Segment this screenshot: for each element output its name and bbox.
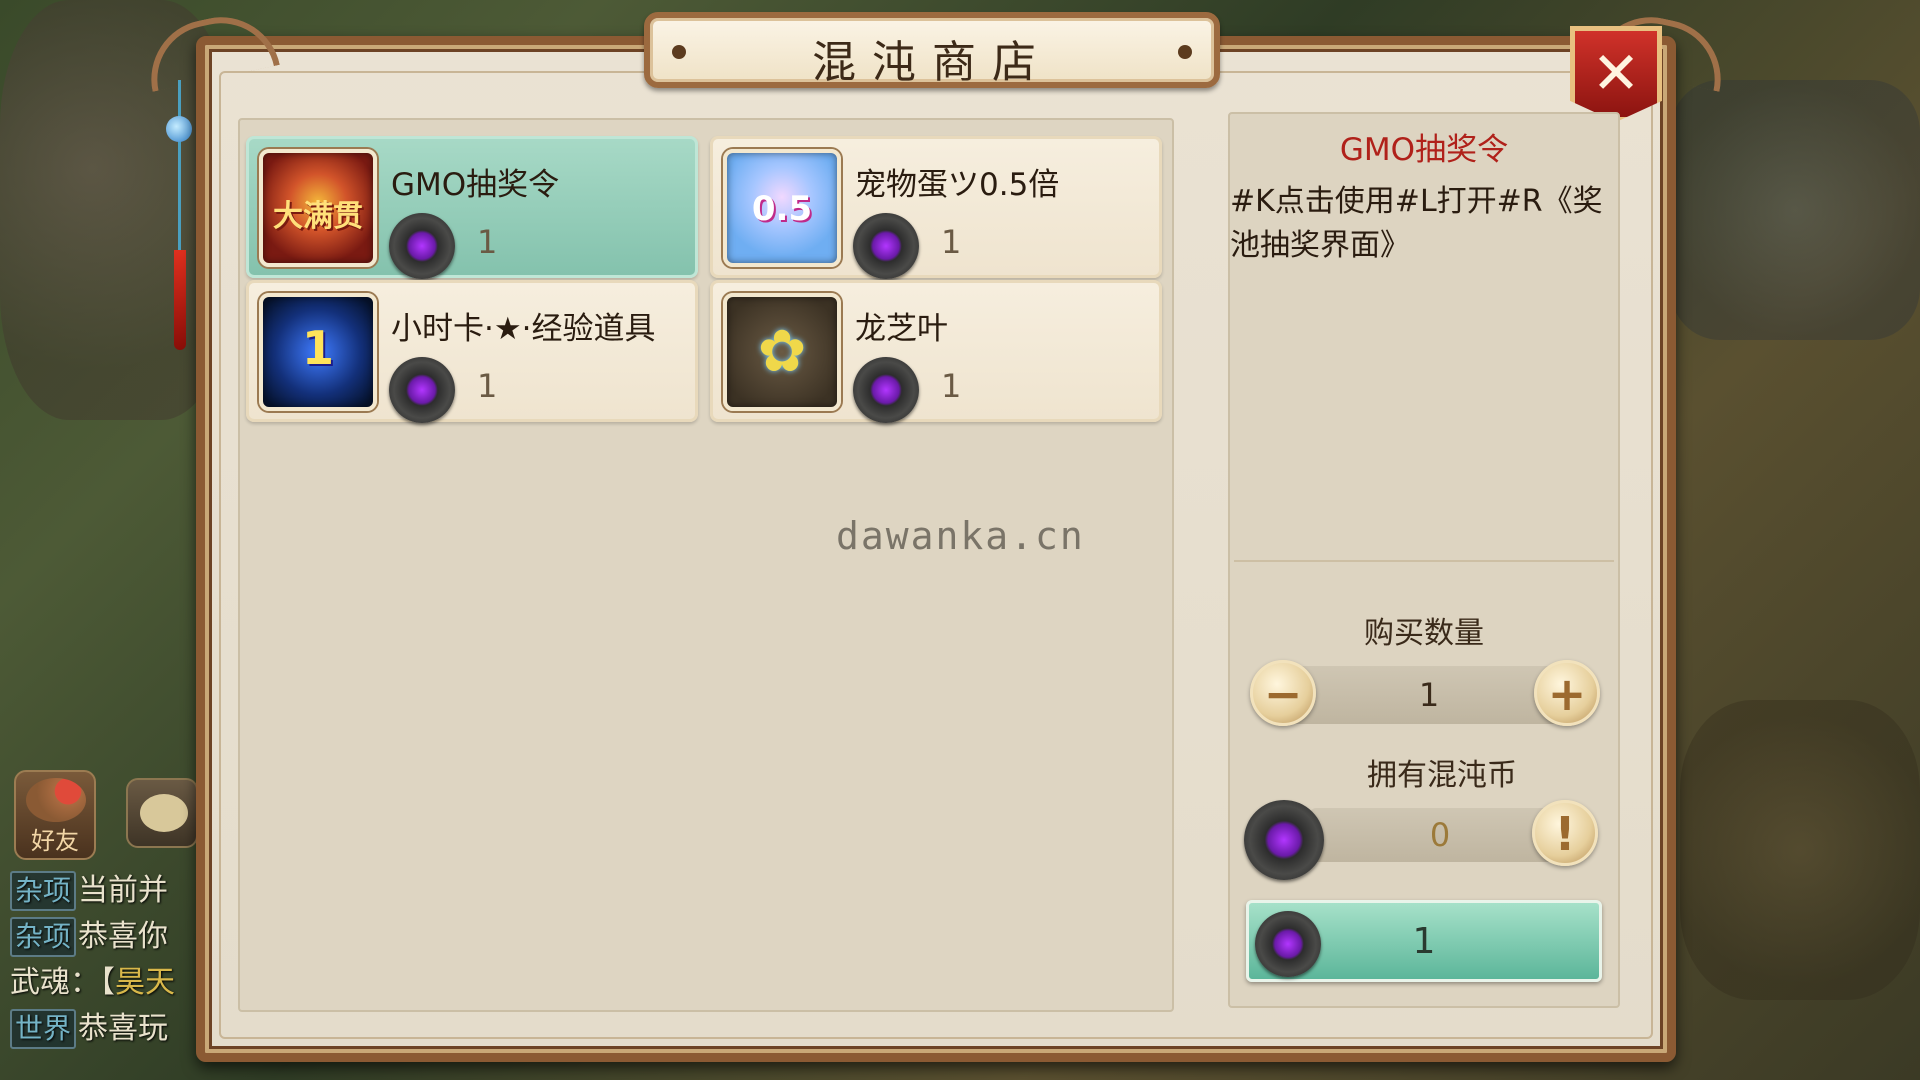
detail-description: #K点击使用#L打开#R《奖池抽奖界面》 — [1230, 184, 1603, 263]
chaos-coin-icon — [1244, 800, 1324, 880]
chaos-coin-icon — [853, 213, 919, 279]
friend-button[interactable]: 好友 — [14, 770, 96, 860]
increase-quantity-button[interactable]: + — [1534, 660, 1600, 726]
shop-item-card[interactable]: 1 小时卡·★·经验道具 1 — [246, 280, 698, 423]
background-pots — [1680, 700, 1920, 1000]
chat-line: 杂项 当前并 — [10, 868, 200, 914]
currency-info-button[interactable]: ! — [1532, 800, 1598, 866]
chat-line: 杂项 恭喜你 — [10, 914, 200, 960]
watermark: dawanka.cn — [836, 514, 1085, 558]
chaos-coin-icon — [389, 213, 455, 279]
dragon-leaf-icon: ✿ — [723, 293, 841, 411]
item-price: 1 — [941, 367, 962, 405]
detail-item-name: GMO抽奖令 — [1339, 132, 1509, 168]
item-price: 1 — [941, 223, 962, 261]
close-icon: ✕ — [1591, 39, 1641, 107]
lucky-gift-icon: 大满贯 — [259, 149, 377, 267]
shop-title: 混沌商店 — [812, 37, 1052, 88]
chat-channel-tag: 杂项 — [10, 917, 77, 957]
chat-bubble-icon — [140, 794, 188, 832]
divider — [1234, 560, 1614, 562]
pet-egg-icon: 0.5 — [723, 149, 841, 267]
chat-log: 杂项 当前并 杂项 恭喜你 武魂：【昊天 世界 恭喜玩 — [10, 868, 200, 1052]
buy-cost: 1 — [1412, 921, 1436, 962]
owned-currency-value: 0 — [1429, 816, 1451, 854]
chat-button[interactable] — [126, 778, 198, 848]
item-detail-panel: GMO抽奖令 #K点击使用#L打开#R《奖池抽奖界面》 购买数量 1 − + 拥… — [1228, 112, 1620, 1008]
owned-currency-field: 0 — [1310, 808, 1570, 862]
chaos-coin-icon — [389, 357, 455, 423]
item-name: 龙芝叶 — [855, 311, 948, 347]
item-name: 小时卡·★·经验道具 — [391, 311, 656, 347]
minus-icon: − — [1263, 667, 1303, 721]
item-price: 1 — [477, 367, 498, 405]
jade-pendant-decoration — [164, 80, 194, 350]
decrease-quantity-button[interactable]: − — [1250, 660, 1316, 726]
exclamation-icon: ! — [1554, 807, 1576, 861]
chat-channel-tag: 世界 — [10, 1009, 77, 1049]
friend-button-label: 好友 — [31, 827, 79, 855]
title-plaque: 混沌商店 — [644, 12, 1220, 88]
handshake-icon — [26, 778, 86, 822]
shop-item-card[interactable]: 0.5 宠物蛋ツ0.5倍 1 — [710, 136, 1162, 279]
item-name: 宠物蛋ツ0.5倍 — [855, 167, 1060, 203]
buy-button[interactable]: 1 — [1246, 900, 1602, 982]
quantity-stepper[interactable]: 1 — [1284, 666, 1574, 724]
chat-line: 武魂：【昊天 — [10, 965, 175, 1000]
hour-card-icon: 1 — [259, 293, 377, 411]
shop-item-card[interactable]: 大满贯 GMO抽奖令 1 — [246, 136, 698, 279]
item-name: GMO抽奖令 — [391, 167, 560, 203]
plus-icon: + — [1547, 667, 1587, 721]
chat-channel-tag: 杂项 — [10, 871, 77, 911]
item-price: 1 — [477, 223, 498, 261]
background-roof — [1670, 80, 1920, 340]
quantity-label: 购买数量 — [1364, 616, 1484, 651]
chaos-coin-icon — [853, 357, 919, 423]
quantity-value: 1 — [1418, 676, 1440, 714]
owned-currency-label: 拥有混沌币 — [1367, 758, 1517, 793]
shop-item-card[interactable]: ✿ 龙芝叶 1 — [710, 280, 1162, 423]
chat-line: 世界 恭喜玩 — [10, 1006, 200, 1052]
